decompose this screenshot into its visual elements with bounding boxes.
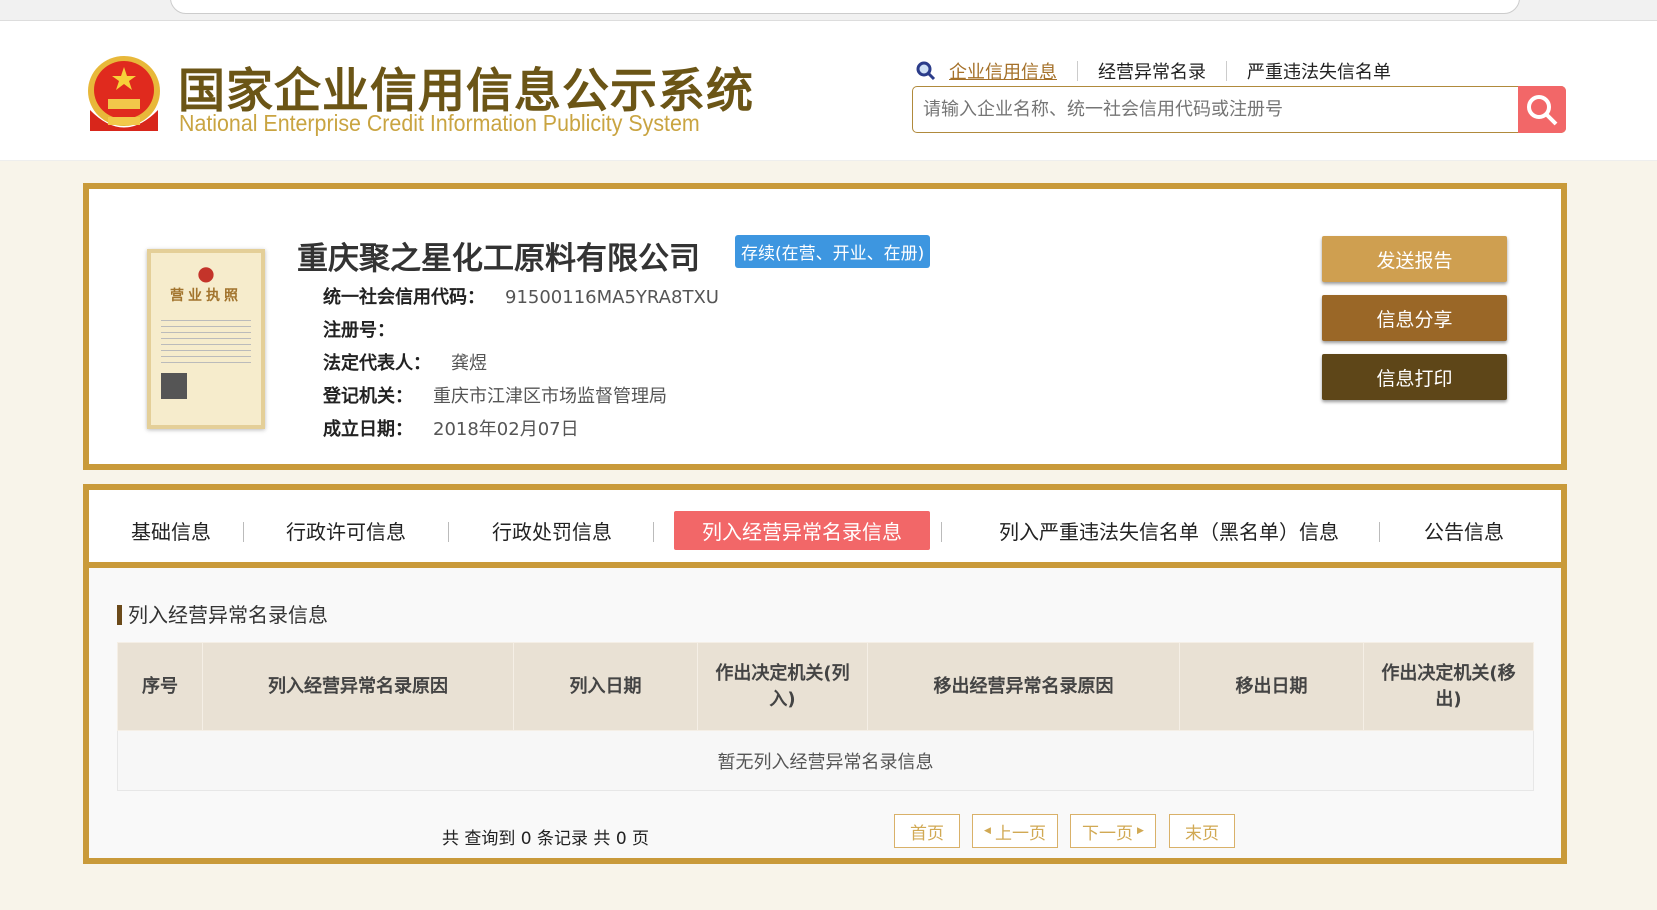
search-button[interactable] [1518, 86, 1566, 133]
pagination-summary: 共 查询到 0 条记录 共 0 页 [442, 829, 650, 849]
prev-page-button[interactable]: ◀ 上一页 [972, 814, 1058, 848]
search-icon [916, 61, 936, 81]
established-date-field: 成立日期： 2018年02月07日 [323, 419, 579, 440]
table-header-row: 序号 列入经营异常名录原因 列入日期 作出决定机关(列入) 移出经营异常名录原因… [117, 642, 1534, 731]
empty-message: 暂无列入经营异常名录信息 [117, 730, 1534, 791]
last-page-button[interactable]: 末页 [1169, 814, 1235, 848]
chevron-left-icon: ◀ [984, 826, 991, 836]
column-header: 作出决定机关(移出) [1363, 642, 1534, 731]
site-header: 国家企业信用信息公示系统 National Enterprise Credit … [0, 21, 1657, 161]
tab-blacklist[interactable]: 列入严重违法失信名单（黑名单）信息 [969, 511, 1369, 550]
browser-chrome [0, 0, 1657, 21]
address-bar[interactable] [170, 0, 1520, 14]
tab-basic-info[interactable]: 基础信息 [111, 511, 231, 550]
nav-blacklist[interactable]: 严重违法失信名单 [1247, 58, 1391, 84]
tab-announcements[interactable]: 公告信息 [1399, 511, 1529, 550]
chevron-right-icon: ▶ [1137, 826, 1144, 836]
print-info-button[interactable]: 信息打印 [1322, 354, 1507, 400]
details-panel: 基础信息 行政许可信息 行政处罚信息 列入经营异常名录信息 列入严重违法失信名单… [83, 484, 1567, 864]
credit-code-field: 统一社会信用代码： 91500116MA5YRA8TXU [323, 287, 719, 308]
reg-number-field: 注册号： [323, 320, 395, 341]
search-icon [1527, 94, 1558, 125]
nav-abnormal-list[interactable]: 经营异常名录 [1098, 58, 1206, 84]
column-header: 列入经营异常名录原因 [202, 642, 514, 731]
reg-authority-field: 登记机关： 重庆市江津区市场监督管理局 [323, 386, 667, 407]
column-header: 移出经营异常名录原因 [867, 642, 1180, 731]
company-info-panel: ● 营业执照 重庆聚之星化工原料有限公司 存续(在营、开业、在册) 统一社会信用… [83, 183, 1567, 470]
site-title-english: National Enterprise Credit Information P… [179, 110, 700, 136]
search-input[interactable] [913, 87, 1513, 131]
tab-admin-penalty[interactable]: 行政处罚信息 [477, 511, 627, 550]
section-title: 列入经营异常名录信息 [117, 605, 328, 625]
share-info-button[interactable]: 信息分享 [1322, 295, 1507, 341]
column-header: 序号 [117, 642, 203, 731]
abnormal-list-table: 序号 列入经营异常名录原因 列入日期 作出决定机关(列入) 移出经营异常名录原因… [117, 642, 1534, 791]
first-page-button[interactable]: 首页 [894, 814, 960, 848]
table-row: 暂无列入经营异常名录信息 [117, 730, 1534, 791]
legal-rep-field: 法定代表人： 龚煜 [323, 353, 487, 374]
tab-admin-license[interactable]: 行政许可信息 [271, 511, 421, 550]
column-header: 列入日期 [513, 642, 698, 731]
company-name: 重庆聚之星化工原料有限公司 [297, 241, 700, 277]
column-header: 作出决定机关(列入) [697, 642, 868, 731]
column-header: 移出日期 [1179, 642, 1364, 731]
top-nav: 企业信用信息 经营异常名录 严重违法失信名单 [915, 58, 1391, 84]
send-report-button[interactable]: 发送报告 [1322, 236, 1507, 282]
nav-enterprise-credit[interactable]: 企业信用信息 [949, 58, 1057, 84]
national-emblem-icon [88, 56, 160, 131]
status-badge: 存续(在营、开业、在册) [735, 235, 931, 268]
business-license-image: ● 营业执照 [147, 249, 265, 429]
next-page-button[interactable]: 下一页 ▶ [1070, 814, 1156, 848]
tab-bar: 基础信息 行政许可信息 行政处罚信息 列入经营异常名录信息 列入严重违法失信名单… [89, 490, 1561, 568]
search-box [912, 86, 1566, 133]
tab-abnormal-list[interactable]: 列入经营异常名录信息 [674, 511, 930, 550]
